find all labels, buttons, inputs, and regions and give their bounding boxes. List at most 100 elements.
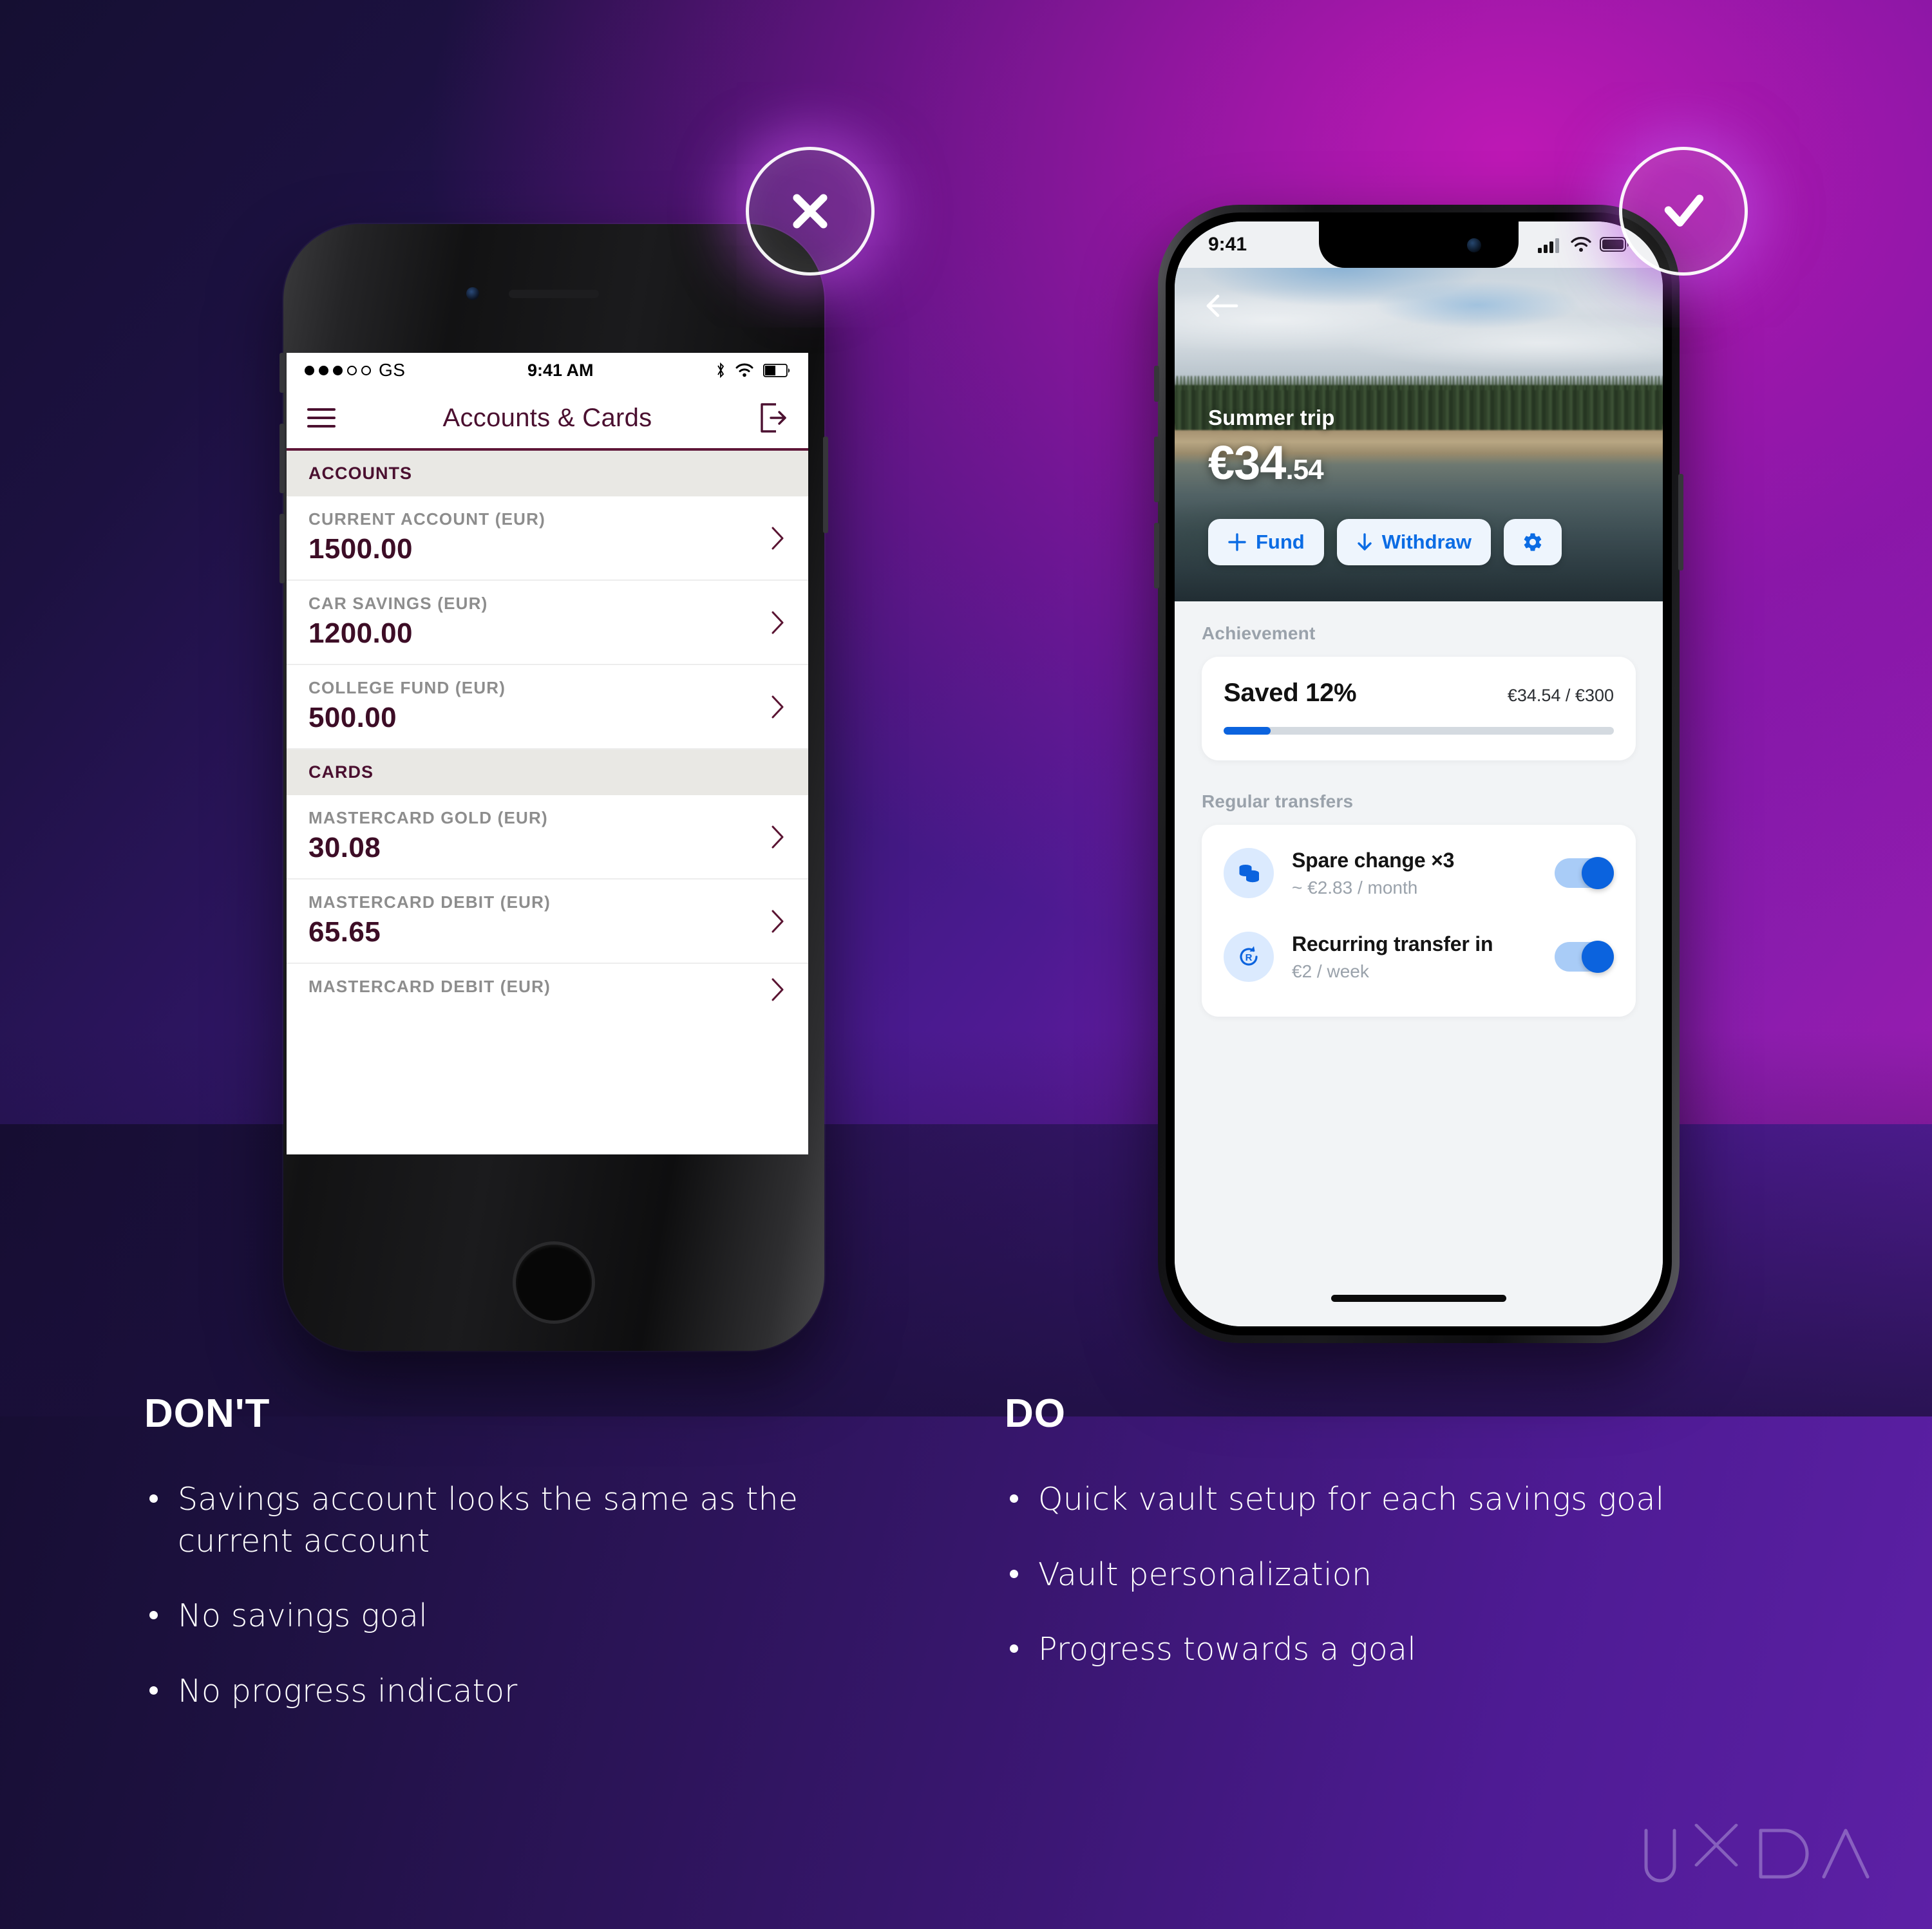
chevron-right-icon xyxy=(772,978,784,1001)
section-label-transfers: Regular transfers xyxy=(1202,791,1354,811)
plus-icon xyxy=(1228,533,1246,551)
list-item: No savings goal xyxy=(144,1595,885,1637)
achievement-card: Saved 12% €34.54 / €300 xyxy=(1202,657,1636,760)
saved-percent-title: Saved 12% xyxy=(1224,679,1357,707)
chevron-right-icon xyxy=(772,910,784,932)
account-amount: 1500.00 xyxy=(308,533,413,565)
vault-summary: Summer trip €34.54 xyxy=(1208,406,1335,487)
vault-detail-sheet: Achievement Saved 12% €34.54 / €300 Regu… xyxy=(1175,601,1663,1326)
list-item[interactable]: R Recurring transfer in €2 / week xyxy=(1224,915,1614,999)
transfer-rate: €2 / week xyxy=(1292,961,1369,981)
transfer-rate: ~ €2.83 / month xyxy=(1292,877,1418,898)
fund-button-label: Fund xyxy=(1256,531,1305,553)
dont-badge xyxy=(746,147,875,276)
progress-bar-fill xyxy=(1224,727,1271,735)
page-title: Accounts & Cards xyxy=(442,403,652,432)
withdraw-button-label: Withdraw xyxy=(1381,531,1472,553)
status-time: 9:41 xyxy=(1208,234,1247,255)
card-label: MASTERCARD DEBIT (EUR) xyxy=(308,892,551,912)
checkmark-icon xyxy=(1664,194,1704,227)
account-label: CURRENT ACCOUNT (EUR) xyxy=(308,509,545,529)
signal-strength-icon xyxy=(305,365,371,375)
vault-balance: €34.54 xyxy=(1208,439,1335,487)
account-amount: 1200.00 xyxy=(308,617,413,649)
do-bullet-list: Quick vault setup for each savings goal … xyxy=(1005,1479,1829,1671)
list-item: No progress indicator xyxy=(144,1671,885,1713)
table-row[interactable]: MASTERCARD DEBIT (EUR) 65.65 xyxy=(287,880,808,964)
home-button[interactable] xyxy=(513,1241,595,1324)
status-time: 9:41 AM xyxy=(527,360,594,380)
card-amount: 30.08 xyxy=(308,832,381,863)
hamburger-menu-icon[interactable] xyxy=(307,408,336,428)
dont-bullet-list: Savings account looks the same as the cu… xyxy=(144,1479,885,1713)
recurring-repeat-icon: R xyxy=(1224,932,1274,982)
card-label: MASTERCARD GOLD (EUR) xyxy=(308,808,548,827)
back-arrow-icon[interactable] xyxy=(1204,292,1239,319)
section-label-achievement: Achievement xyxy=(1202,623,1316,643)
phone-mockup-do: 9:41 Summer trip €34.54 Fund Withdraw Ac… xyxy=(1154,205,1683,1343)
dont-copy-block: DON'T Savings account looks the same as … xyxy=(144,1391,885,1746)
uxda-logo-mark xyxy=(1644,1823,1870,1883)
cellular-bars-icon xyxy=(1538,238,1559,253)
do-heading: DO xyxy=(1005,1391,1066,1436)
home-indicator[interactable] xyxy=(1331,1295,1506,1302)
vault-hero-photo: Summer trip €34.54 Fund Withdraw xyxy=(1175,221,1663,601)
ios-status-bar: GS 9:41 AM xyxy=(287,353,808,388)
uxda-logo xyxy=(1641,1820,1873,1890)
right-phone-screen: 9:41 Summer trip €34.54 Fund Withdraw Ac… xyxy=(1175,221,1663,1326)
earpiece-speaker xyxy=(509,290,599,298)
fund-button[interactable]: Fund xyxy=(1208,519,1324,565)
regular-transfers-card: Spare change ×3 ~ €2.83 / month R Recurr… xyxy=(1202,825,1636,1017)
wifi-icon xyxy=(735,363,753,377)
card-amount: 65.65 xyxy=(308,916,381,948)
svg-text:R: R xyxy=(1245,952,1253,963)
chevron-right-icon xyxy=(772,695,784,718)
carrier-label: GS xyxy=(379,360,406,380)
dont-heading: DON'T xyxy=(144,1391,270,1436)
vault-settings-button[interactable] xyxy=(1503,519,1562,565)
table-row[interactable]: MASTERCARD GOLD (EUR) 30.08 xyxy=(287,795,808,880)
list-item: Progress towards a goal xyxy=(1005,1629,1829,1671)
coins-stack-icon xyxy=(1224,848,1274,898)
do-badge xyxy=(1619,147,1748,276)
account-amount: 500.00 xyxy=(308,702,397,733)
list-item: Savings account looks the same as the cu… xyxy=(144,1479,885,1562)
vault-balance-major: €34 xyxy=(1208,436,1286,489)
table-row[interactable]: MASTERCARD DEBIT (EUR) xyxy=(287,964,808,1015)
front-camera xyxy=(1467,238,1481,252)
vault-balance-cents: .54 xyxy=(1285,454,1323,485)
chevron-right-icon xyxy=(772,611,784,634)
gear-icon xyxy=(1524,533,1542,551)
table-row[interactable]: CAR SAVINGS (EUR) 1200.00 xyxy=(287,581,808,665)
transfer-toggle[interactable] xyxy=(1555,941,1614,973)
battery-icon xyxy=(763,363,790,377)
wifi-icon xyxy=(1571,237,1591,252)
table-row[interactable]: CURRENT ACCOUNT (EUR) 1500.00 xyxy=(287,496,808,581)
account-label: CAR SAVINGS (EUR) xyxy=(308,594,488,613)
section-header-accounts: ACCOUNTS xyxy=(287,451,808,496)
vault-action-bar: Fund Withdraw xyxy=(1208,519,1562,565)
list-item[interactable]: Spare change ×3 ~ €2.83 / month xyxy=(1224,831,1614,915)
table-row[interactable]: COLLEGE FUND (EUR) 500.00 xyxy=(287,665,808,749)
front-camera xyxy=(466,287,479,300)
withdraw-button[interactable]: Withdraw xyxy=(1336,519,1491,565)
logout-icon[interactable] xyxy=(759,402,788,433)
bluetooth-icon xyxy=(717,362,724,379)
section-header-cards: CARDS xyxy=(287,749,808,795)
phone-mockup-dont: GS 9:41 AM Accounts & Cards ACCOUNTS CUR… xyxy=(279,224,828,1351)
chevron-right-icon xyxy=(772,825,784,848)
list-item: Vault personalization xyxy=(1005,1554,1829,1596)
notch xyxy=(1319,221,1519,268)
vault-name: Summer trip xyxy=(1208,406,1335,429)
chevron-right-icon xyxy=(772,527,784,549)
download-arrow-icon xyxy=(1358,533,1372,550)
list-item: Quick vault setup for each savings goal xyxy=(1005,1479,1829,1521)
transfer-toggle[interactable] xyxy=(1555,857,1614,889)
saved-ratio: €34.54 / €300 xyxy=(1507,686,1614,705)
account-label: COLLEGE FUND (EUR) xyxy=(308,678,506,697)
do-copy-block: DO Quick vault setup for each savings go… xyxy=(1005,1391,1829,1704)
left-phone-screen: GS 9:41 AM Accounts & Cards ACCOUNTS CUR… xyxy=(287,353,808,1154)
card-label: MASTERCARD DEBIT (EUR) xyxy=(308,977,551,996)
app-nav-bar: Accounts & Cards xyxy=(287,388,808,451)
close-x-icon xyxy=(793,194,828,229)
